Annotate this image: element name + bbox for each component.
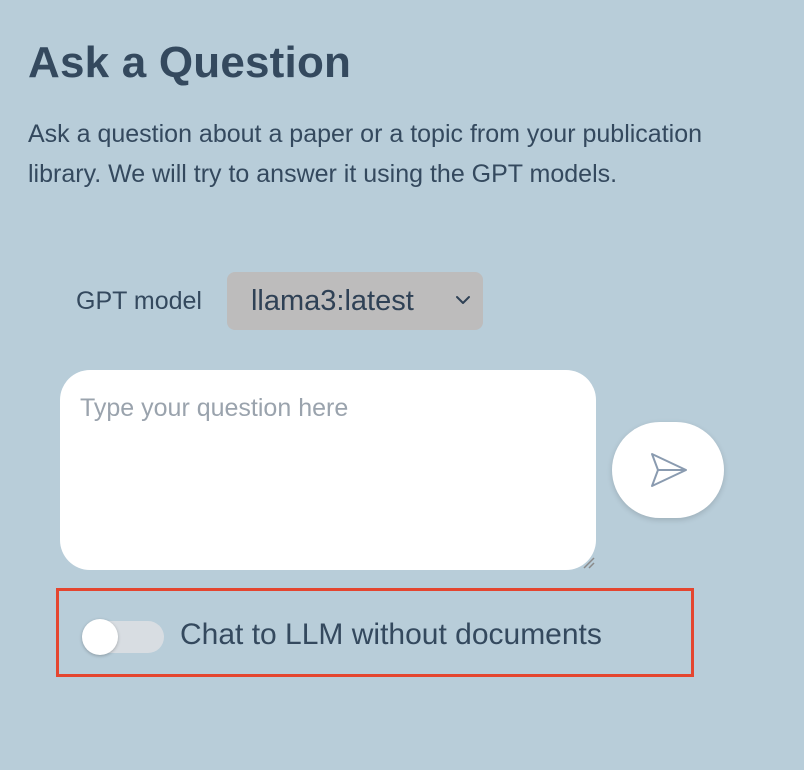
toggle-knob xyxy=(82,619,118,655)
ask-question-panel: Ask a Question Ask a question about a pa… xyxy=(0,0,804,770)
page-title: Ask a Question xyxy=(28,38,352,87)
send-icon xyxy=(651,453,687,487)
llm-only-toggle[interactable] xyxy=(82,617,164,655)
llm-only-toggle-row: Chat to LLM without documents xyxy=(82,614,602,656)
question-input[interactable]: Type your question here xyxy=(60,370,596,570)
resize-handle-icon[interactable] xyxy=(578,552,596,570)
chevron-down-icon xyxy=(455,296,470,304)
llm-only-toggle-label[interactable]: Chat to LLM without documents xyxy=(180,618,602,652)
model-select-value: llama3:latest xyxy=(250,284,414,317)
model-select[interactable]: llama3:latest xyxy=(226,272,483,330)
model-label: GPT model xyxy=(76,286,202,315)
page-description: Ask a question about a paper or a topic … xyxy=(28,120,703,188)
model-selector-row: GPT model llama3:latest xyxy=(76,272,483,330)
question-placeholder: Type your question here xyxy=(80,394,349,422)
send-button[interactable] xyxy=(612,422,724,518)
